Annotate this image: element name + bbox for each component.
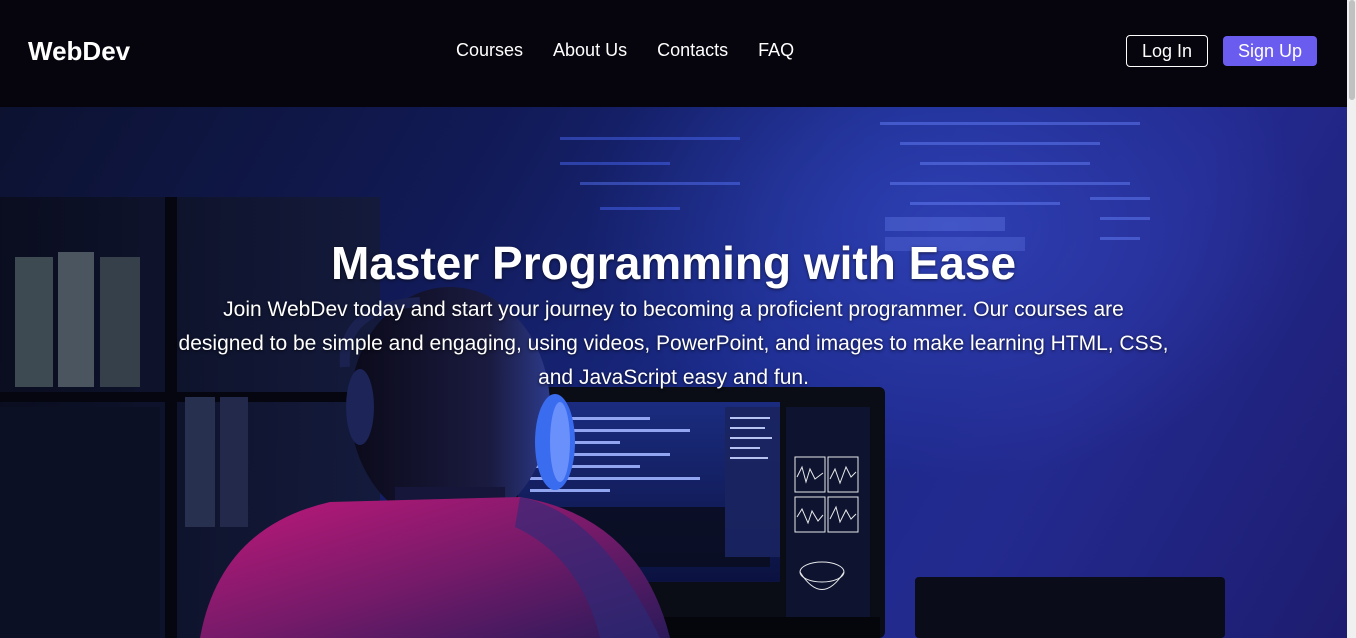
signup-button[interactable]: Sign Up bbox=[1223, 36, 1317, 66]
hero-title: Master Programming with Ease bbox=[330, 237, 1017, 289]
page: WebDev Courses About Us Contacts FAQ Log… bbox=[0, 0, 1356, 638]
nav-link-contacts[interactable]: Contacts bbox=[657, 40, 728, 61]
hero-description: Join WebDev today and start your journey… bbox=[178, 298, 1169, 389]
logo[interactable]: WebDev bbox=[28, 36, 130, 67]
hero-content: Master Programming with Ease Join WebDev… bbox=[0, 237, 1347, 395]
hero-section: Master Programming with Ease Join WebDev… bbox=[0, 107, 1347, 638]
nav-link-faq[interactable]: FAQ bbox=[758, 40, 794, 61]
nav-link-about-us[interactable]: About Us bbox=[553, 40, 627, 61]
login-button[interactable]: Log In bbox=[1126, 35, 1208, 67]
navbar: WebDev Courses About Us Contacts FAQ Log… bbox=[0, 0, 1347, 107]
nav-links: Courses About Us Contacts FAQ bbox=[456, 40, 794, 61]
nav-link-courses[interactable]: Courses bbox=[456, 40, 523, 61]
scrollbar-thumb[interactable] bbox=[1349, 0, 1355, 100]
